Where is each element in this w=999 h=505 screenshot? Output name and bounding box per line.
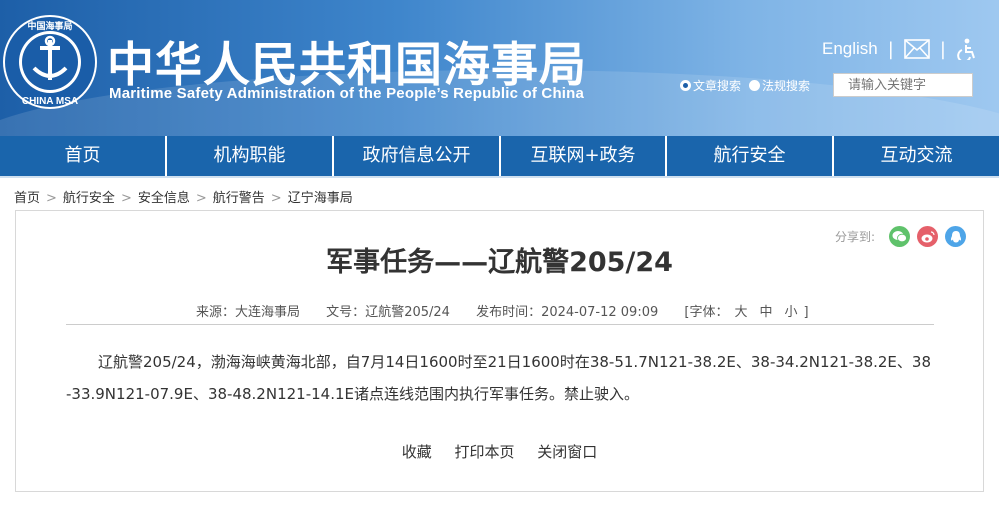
article-actions: 收藏 打印本页 关闭窗口: [0, 441, 999, 462]
breadcrumb-item-home[interactable]: 首页: [14, 191, 40, 206]
search-input[interactable]: [833, 73, 973, 97]
meta-docno: 文号：辽航警205/24: [326, 305, 450, 320]
meta-date: 发布时间：2024-07-12 09:09: [476, 305, 658, 320]
nav-item-gov-info[interactable]: 政府信息公开: [334, 136, 501, 176]
site-title-en: Maritime Safety Administration of the Pe…: [109, 85, 585, 102]
radio-law-search[interactable]: [749, 80, 761, 91]
meta-source: 来源：大连海事局: [196, 305, 300, 320]
close-window-button[interactable]: 关闭窗口: [537, 443, 597, 461]
meta-date-label: 发布时间：: [476, 305, 542, 320]
msa-logo-icon[interactable]: 中国海事局 CHINA MSA: [2, 14, 98, 110]
logo-text-bottom: CHINA MSA: [22, 96, 78, 107]
meta-docno-value: 辽航警205/24: [365, 305, 450, 320]
print-button[interactable]: 打印本页: [454, 443, 514, 461]
top-link-separator: |: [939, 38, 946, 60]
breadcrumb-item-navigation-safety[interactable]: 航行安全: [63, 191, 115, 206]
site-header: 中国海事局 CHINA MSA 中华人民共和国海事局 Maritime Safe…: [0, 0, 999, 136]
meta-source-value: 大连海事局: [235, 305, 301, 320]
breadcrumb-separator: >: [120, 191, 132, 206]
top-links: English | |: [822, 36, 976, 62]
law-search-label[interactable]: 法规搜索: [762, 77, 810, 94]
breadcrumb-item-safety-info[interactable]: 安全信息: [138, 191, 190, 206]
font-size-end: ]: [803, 305, 809, 320]
meta-date-value: 2024-07-12 09:09: [541, 305, 659, 320]
nav-item-functions[interactable]: 机构职能: [167, 136, 334, 176]
article-meta: 来源：大连海事局 文号：辽航警205/24 发布时间：2024-07-12 09…: [196, 301, 809, 320]
radio-article-search[interactable]: [680, 80, 691, 91]
breadcrumb-item-liaoning-msa[interactable]: 辽宁海事局: [288, 191, 353, 206]
article-title: 军事任务——辽航警205/24: [326, 247, 673, 278]
meta-source-label: 来源：: [196, 305, 236, 320]
font-size-medium[interactable]: 中: [759, 305, 772, 320]
font-size-small[interactable]: 小: [785, 305, 798, 320]
mail-icon[interactable]: [904, 39, 930, 59]
article-body: 辽航警205/24，渤海海峡黄海北部，自7月14日1600时至21日1600时在…: [66, 353, 932, 403]
nav-underline: [0, 176, 999, 178]
nav-item-home[interactable]: 首页: [0, 136, 167, 176]
search-options: 文章搜索 法规搜索: [680, 77, 810, 94]
top-link-separator: |: [887, 38, 894, 60]
favorite-button[interactable]: 收藏: [402, 443, 432, 461]
breadcrumb-separator: >: [46, 191, 57, 206]
breadcrumb-item-nav-warning[interactable]: 航行警告: [213, 191, 265, 206]
breadcrumb-separator: >: [195, 191, 207, 206]
main-nav: 首页 机构职能 政府信息公开 互联网+政务 航行安全 互动交流: [0, 136, 999, 176]
font-size-selector: [字体： 大中小]: [684, 305, 808, 320]
font-size-label: [字体：: [684, 305, 729, 320]
english-link[interactable]: English: [822, 39, 878, 59]
meta-docno-label: 文号：: [326, 305, 366, 320]
meta-divider: [66, 324, 934, 325]
accessibility-icon[interactable]: [956, 38, 976, 60]
nav-item-navigation-safety[interactable]: 航行安全: [667, 136, 834, 176]
nav-item-interaction[interactable]: 互动交流: [834, 136, 999, 176]
logo-text-top: 中国海事局: [27, 20, 72, 32]
breadcrumb: 首页 > 航行安全 > 安全信息 > 航行警告 > 辽宁海事局: [14, 187, 353, 206]
font-size-large[interactable]: 大: [734, 305, 747, 320]
breadcrumb-separator: >: [270, 191, 282, 206]
article-search-label[interactable]: 文章搜索: [693, 77, 741, 94]
nav-item-internet-gov[interactable]: 互联网+政务: [501, 136, 667, 176]
